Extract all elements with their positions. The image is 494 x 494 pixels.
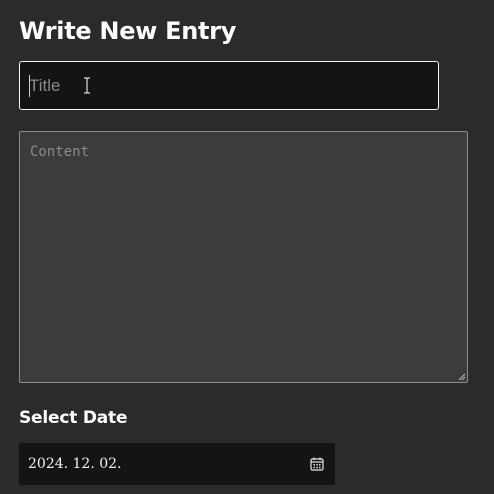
text-caret (29, 75, 30, 97)
resize-handle-icon[interactable] (458, 373, 466, 381)
content-textarea[interactable] (19, 131, 468, 383)
date-value[interactable]: 2024. 12. 02. (28, 454, 122, 474)
page-title: Write New Entry (19, 17, 237, 45)
date-input[interactable]: 2024. 12. 02. (19, 443, 335, 485)
text-cursor-icon (84, 77, 90, 94)
new-entry-page: Write New Entry Select Date 2024. 12. 02… (0, 0, 494, 494)
calendar-icon[interactable] (310, 457, 324, 471)
date-section-label: Select Date (19, 408, 128, 428)
